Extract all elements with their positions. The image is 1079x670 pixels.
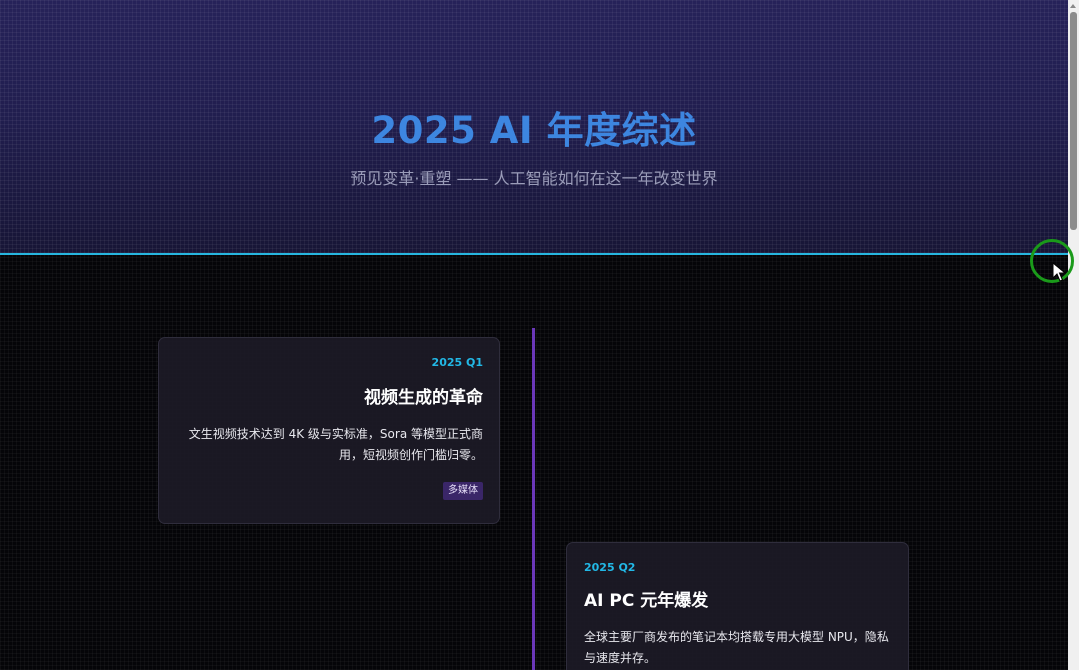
card-title: 视频生成的革命 bbox=[364, 388, 483, 408]
hero-banner: 2025 AI 年度综述 预见变革·重塑 —— 人工智能如何在这一年改变世界 bbox=[0, 0, 1068, 255]
card-date: 2025 Q1 bbox=[431, 356, 483, 369]
timeline-card-q2[interactable]: 2025 Q2 AI PC 元年爆发 全球主要厂商发布的笔记本均搭载专用大模型 … bbox=[566, 542, 909, 670]
page-subtitle: 预见变革·重塑 —— 人工智能如何在这一年改变世界 bbox=[350, 169, 718, 188]
vertical-scrollbar[interactable] bbox=[1068, 0, 1079, 670]
scrollbar-thumb[interactable] bbox=[1070, 12, 1077, 230]
timeline-card-q1[interactable]: 2025 Q1 视频生成的革命 文生视频技术达到 4K 级与实标准，Sora 等… bbox=[158, 337, 500, 524]
scroll-up-arrow-icon[interactable] bbox=[1070, 4, 1076, 8]
card-description: 文生视频技术达到 4K 级与实标准，Sora 等模型正式商用，短视频创作门槛归零… bbox=[188, 427, 483, 462]
mouse-pointer-icon bbox=[1052, 262, 1066, 282]
card-description: 全球主要厂商发布的笔记本均搭载专用大模型 NPU，隐私与速度并存。 bbox=[584, 630, 889, 665]
page-title: 2025 AI 年度综述 bbox=[371, 109, 697, 152]
timeline-axis bbox=[532, 328, 535, 670]
card-tag: 多媒体 bbox=[443, 482, 483, 500]
page: 2025 AI 年度综述 预见变革·重塑 —— 人工智能如何在这一年改变世界 2… bbox=[0, 0, 1079, 670]
card-title: AI PC 元年爆发 bbox=[584, 591, 709, 611]
card-date: 2025 Q2 bbox=[584, 561, 636, 574]
